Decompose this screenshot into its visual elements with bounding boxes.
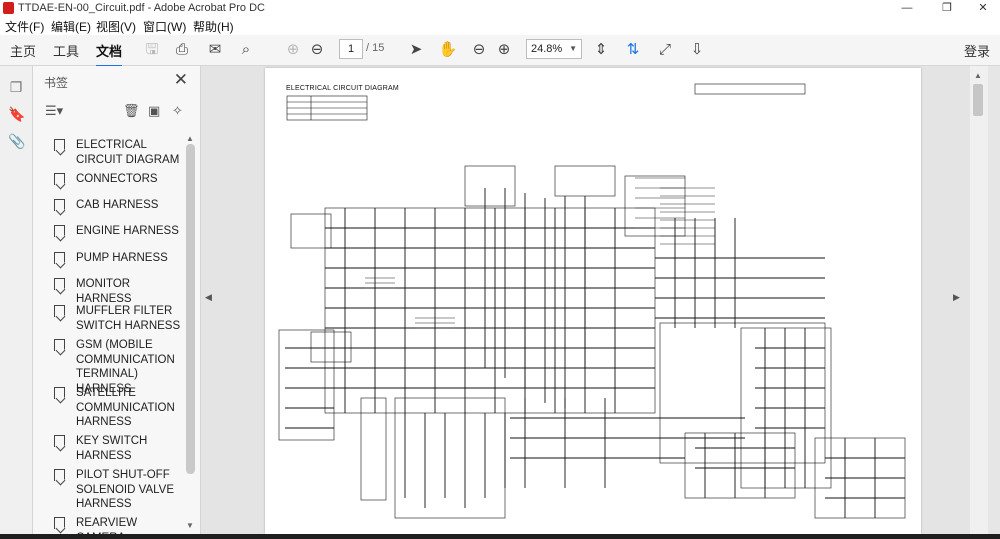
bookmark-label: REARVIEW CAMERA bbox=[76, 517, 138, 534]
bookmark-icon bbox=[54, 517, 65, 529]
bookmark-icon bbox=[54, 469, 65, 481]
menu-help[interactable]: 帮助(H) bbox=[193, 18, 234, 35]
bookmark-label: MONITOR HARNESS bbox=[76, 278, 132, 305]
title-bar: TTDAE-EN-00_Circuit.pdf - Adobe Acrobat … bbox=[0, 0, 1000, 17]
bookmark-label: KEY SWITCH HARNESS bbox=[76, 435, 148, 462]
expand-bookmark-icon[interactable]: ✧ bbox=[172, 103, 183, 119]
delete-icon[interactable]: 🗑 bbox=[123, 103, 140, 119]
bookmarks-panel: 书签 ✕ ☰▾ 🗑 ▣ ✧ ELECTRICAL CIRCUIT DIAGRAM… bbox=[33, 66, 201, 534]
menu-edit[interactable]: 编辑(E) bbox=[51, 18, 91, 35]
page-number-input[interactable]: 1 bbox=[339, 39, 363, 59]
options-menu-icon[interactable]: ☰▾ bbox=[45, 103, 63, 119]
zoom-value: 24.8% bbox=[531, 43, 563, 55]
navigation-rail: ❐ 🔖 📎 bbox=[0, 66, 33, 534]
scroll-up-icon[interactable]: ▲ bbox=[974, 71, 982, 80]
zoom-out-icon[interactable]: ⊖ bbox=[469, 40, 489, 60]
scroll-up-icon[interactable]: ▲ bbox=[186, 134, 194, 143]
select-cursor-icon[interactable]: ➤ bbox=[406, 40, 426, 60]
tab-document[interactable]: 文档 bbox=[96, 41, 123, 67]
zoom-level-select[interactable]: 24.8% ▼ bbox=[526, 39, 582, 59]
zoom-in-icon[interactable]: ⊕ bbox=[494, 40, 514, 60]
close-icon[interactable]: ✕ bbox=[174, 70, 188, 90]
fullscreen-icon[interactable]: ⤢ bbox=[655, 40, 675, 60]
bookmark-label: PILOT SHUT-OFF SOLENOID VALVE HARNESS bbox=[76, 469, 174, 510]
circuit-diagram bbox=[278, 83, 906, 519]
bookmark-label: SATELLITE COMMUNICATION HARNESS bbox=[76, 387, 175, 428]
bookmarks-list: ELECTRICAL CIRCUIT DIAGRAM CONNECTORS CA… bbox=[33, 134, 185, 534]
acrobat-icon bbox=[3, 2, 14, 14]
new-bookmark-icon[interactable]: ▣ bbox=[148, 103, 160, 119]
bookmark-icon bbox=[54, 339, 65, 351]
pdf-page[interactable]: ELECTRICAL CIRCUIT DIAGRAM bbox=[265, 68, 921, 534]
menu-view[interactable]: 视图(V) bbox=[96, 18, 136, 35]
bookmark-label: ENGINE HARNESS bbox=[76, 225, 179, 237]
bookmark-label: MUFFLER FILTER SWITCH HARNESS bbox=[76, 305, 181, 332]
bookmark-label: PUMP HARNESS bbox=[76, 252, 168, 264]
print-icon[interactable]: ⎙ bbox=[172, 40, 192, 60]
chevron-down-icon: ▼ bbox=[569, 44, 577, 53]
tab-home[interactable]: 主页 bbox=[10, 41, 36, 60]
bookmark-icon bbox=[54, 139, 65, 151]
bookmark-icon bbox=[54, 305, 65, 317]
bookmark-item[interactable]: PILOT SHUT-OFF SOLENOID VALVE HARNESS bbox=[54, 468, 184, 512]
bookmark-item[interactable]: REARVIEW CAMERA bbox=[54, 516, 184, 534]
taskbar bbox=[0, 534, 1000, 539]
menu-bar: 文件(F) 编辑(E) 视图(V) 窗口(W) 帮助(H) bbox=[0, 17, 1000, 35]
window-title: TTDAE-EN-00_Circuit.pdf - Adobe Acrobat … bbox=[18, 2, 265, 14]
menu-window[interactable]: 窗口(W) bbox=[143, 18, 186, 35]
menu-file[interactable]: 文件(F) bbox=[5, 18, 44, 35]
save-icon[interactable]: 🖫 bbox=[142, 40, 162, 60]
bookmark-icon[interactable]: 🔖 bbox=[8, 106, 25, 122]
bookmarks-scrollbar[interactable] bbox=[186, 144, 195, 474]
bookmark-item[interactable]: PUMP HARNESS bbox=[54, 251, 184, 266]
prev-page-icon[interactable]: ⊕ bbox=[283, 40, 303, 60]
bookmark-icon bbox=[54, 199, 65, 211]
page-thumbnails-icon[interactable]: ❐ bbox=[8, 79, 24, 95]
bookmark-item[interactable]: MONITOR HARNESS bbox=[54, 277, 184, 306]
bookmarks-header: 书签 bbox=[44, 76, 69, 90]
login-link[interactable]: 登录 bbox=[964, 41, 990, 60]
collapse-left-panel-icon[interactable]: ◀ bbox=[205, 292, 212, 303]
fit-page-icon[interactable]: ⇕ bbox=[591, 40, 611, 60]
scroll-mode-icon[interactable]: ⇅ bbox=[623, 40, 643, 60]
page-total: / 15 bbox=[366, 42, 385, 54]
document-scrollbar[interactable]: ▲ bbox=[970, 66, 988, 534]
search-icon[interactable]: ⌕ bbox=[236, 40, 256, 60]
bookmark-item[interactable]: CONNECTORS bbox=[54, 172, 184, 187]
attachment-icon[interactable]: 📎 bbox=[8, 133, 25, 149]
expand-right-panel-icon[interactable]: ▶ bbox=[953, 292, 960, 303]
bookmark-label: ELECTRICAL CIRCUIT DIAGRAM bbox=[76, 139, 180, 166]
bookmark-icon bbox=[54, 173, 65, 185]
bookmark-icon bbox=[54, 225, 65, 237]
scroll-down-icon[interactable]: ▼ bbox=[186, 521, 194, 530]
email-icon[interactable]: ✉ bbox=[205, 40, 225, 60]
next-page-icon[interactable]: ⊖ bbox=[307, 40, 327, 60]
bookmarks-toolbar: ☰▾ 🗑 ▣ ✧ bbox=[33, 100, 200, 126]
scrollbar-thumb[interactable] bbox=[973, 84, 983, 116]
bookmark-item[interactable]: ELECTRICAL CIRCUIT DIAGRAM bbox=[54, 138, 184, 167]
bookmark-item[interactable]: ENGINE HARNESS bbox=[54, 224, 184, 239]
bookmark-label: CONNECTORS bbox=[76, 173, 158, 185]
hand-tool-icon[interactable]: ✋ bbox=[438, 40, 458, 60]
tab-tools[interactable]: 工具 bbox=[53, 41, 79, 60]
bookmark-icon bbox=[54, 387, 65, 399]
bookmark-label: CAB HARNESS bbox=[76, 199, 159, 211]
bookmark-item[interactable]: CAB HARNESS bbox=[54, 198, 184, 213]
bookmark-icon bbox=[54, 252, 65, 264]
bookmark-item[interactable]: MUFFLER FILTER SWITCH HARNESS bbox=[54, 304, 184, 333]
bookmark-icon bbox=[54, 435, 65, 447]
maximize-button[interactable]: ❐ bbox=[930, 0, 964, 17]
minimize-button[interactable]: — bbox=[890, 0, 924, 17]
read-mode-icon[interactable]: ⇩ bbox=[687, 40, 707, 60]
bookmark-item[interactable]: KEY SWITCH HARNESS bbox=[54, 434, 184, 463]
bookmark-icon bbox=[54, 278, 65, 290]
close-button[interactable]: ✕ bbox=[966, 0, 1000, 17]
bookmark-item[interactable]: SATELLITE COMMUNICATION HARNESS bbox=[54, 386, 184, 430]
